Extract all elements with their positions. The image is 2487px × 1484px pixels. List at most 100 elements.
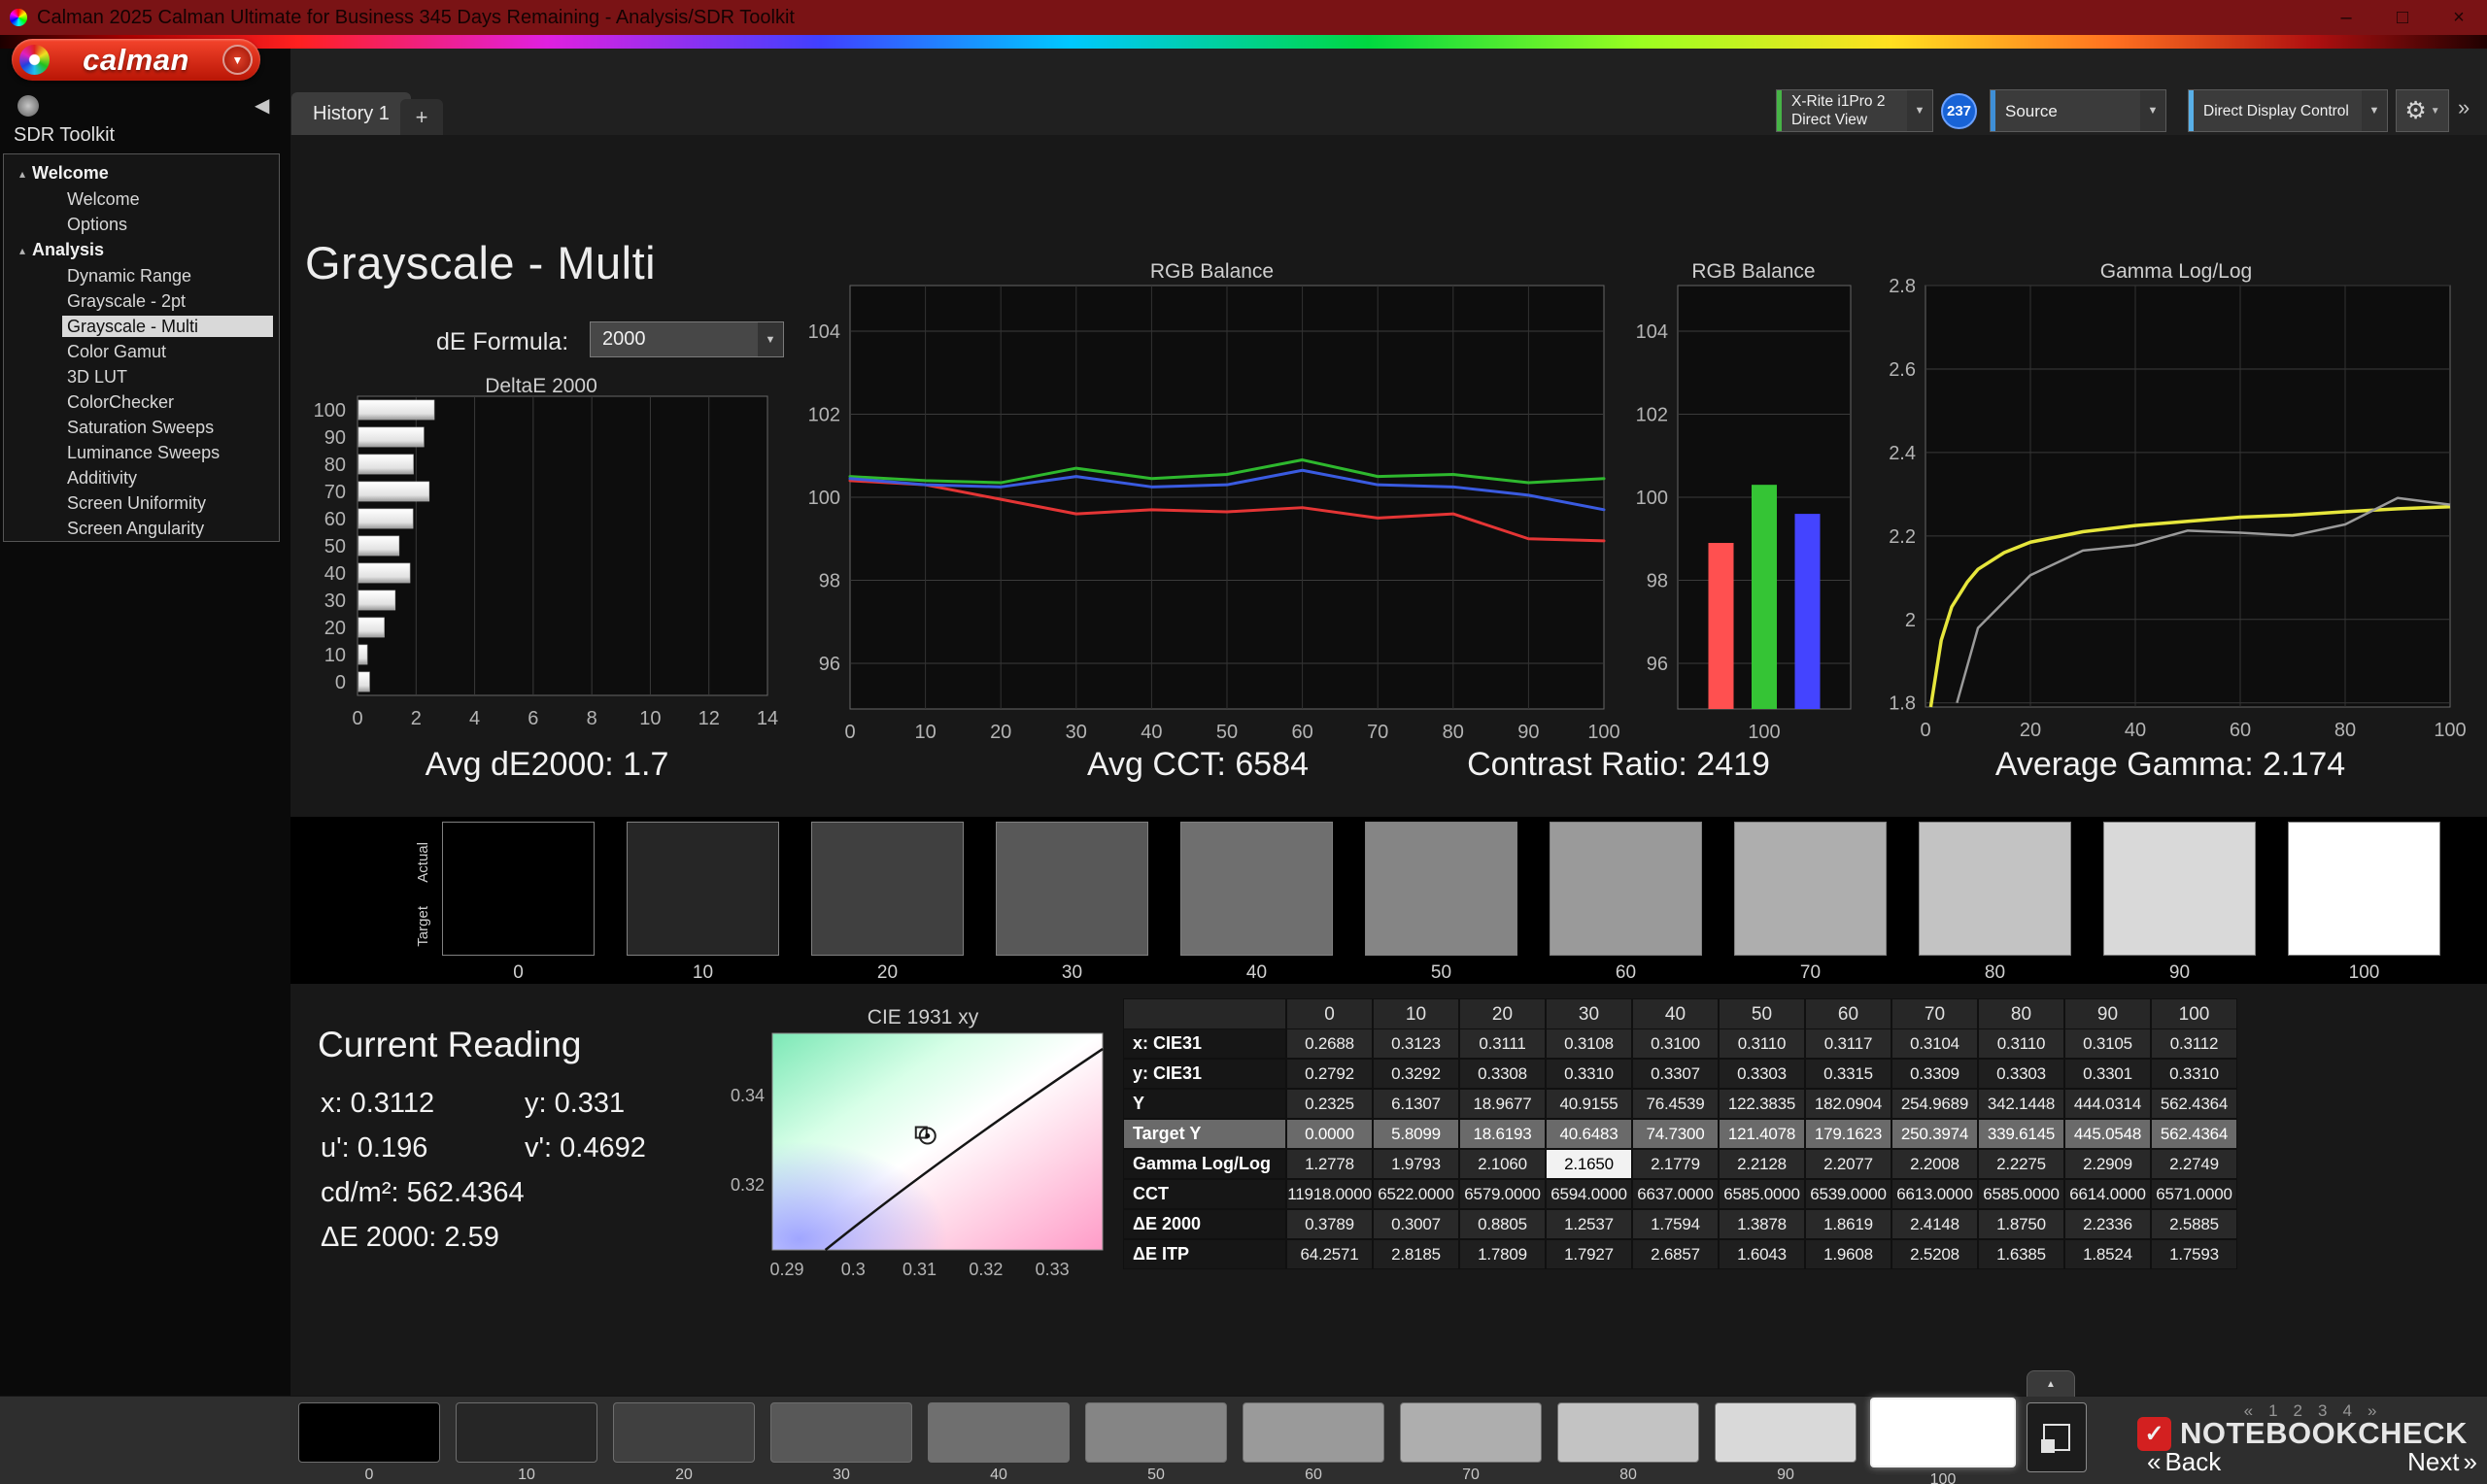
next-button[interactable]: Next » bbox=[2407, 1447, 2477, 1477]
svg-text:0.31: 0.31 bbox=[903, 1260, 937, 1279]
minimize-button[interactable]: – bbox=[2318, 0, 2374, 35]
svg-text:104: 104 bbox=[808, 321, 840, 343]
display-control-dropdown[interactable]: Direct Display Control ▼ bbox=[2188, 89, 2388, 132]
tree-section-label: Analysis bbox=[32, 240, 104, 260]
tree-item-label: Options bbox=[62, 214, 273, 235]
pattern-button-60[interactable]: 60 bbox=[1243, 1402, 1384, 1484]
pattern-button-100[interactable]: 100 bbox=[1872, 1402, 2014, 1484]
swatch-40: 40 bbox=[1180, 822, 1333, 984]
table-cell: 40.9155 bbox=[1546, 1089, 1632, 1119]
table-cell: 2.2077 bbox=[1805, 1149, 1891, 1179]
swatch-label: 100 bbox=[2349, 962, 2380, 984]
tree-item-3d-lut[interactable]: 3D LUT bbox=[4, 364, 279, 389]
table-cell: 5.8099 bbox=[1373, 1119, 1459, 1149]
pattern-button-40[interactable]: 40 bbox=[928, 1402, 1070, 1484]
table-cell: 6613.0000 bbox=[1891, 1179, 1978, 1209]
panel-expand-icon[interactable]: » bbox=[2458, 95, 2470, 120]
stat-avg-cct: Avg CCT: 6584 bbox=[1087, 746, 1309, 784]
swatch-box bbox=[1180, 822, 1333, 956]
watermark-text: NOTEBOOKCHECK bbox=[2180, 1416, 2468, 1451]
table-cell: 0.3303 bbox=[1978, 1059, 2064, 1089]
tree-item-options[interactable]: Options bbox=[4, 212, 279, 237]
tree-section-analysis[interactable]: ▴Analysis bbox=[4, 237, 279, 263]
pattern-button-label: 10 bbox=[518, 1467, 535, 1484]
pattern-button-label: 100 bbox=[1930, 1471, 1957, 1484]
tree-item-additivity[interactable]: Additivity bbox=[4, 465, 279, 490]
pattern-window-button[interactable] bbox=[2027, 1402, 2087, 1472]
source-dropdown[interactable]: Source ▼ bbox=[1990, 89, 2166, 132]
tree-item-welcome[interactable]: Welcome bbox=[4, 186, 279, 212]
table-cell: 179.1623 bbox=[1805, 1119, 1891, 1149]
back-button[interactable]: « Back bbox=[2147, 1447, 2221, 1477]
table-cell: 1.8524 bbox=[2064, 1239, 2151, 1269]
svg-text:100: 100 bbox=[808, 488, 840, 509]
svg-text:0.32: 0.32 bbox=[969, 1260, 1003, 1279]
tree-item-saturation-sweeps[interactable]: Saturation Sweeps bbox=[4, 415, 279, 440]
tree-item-screen-stability[interactable]: Screen Stability bbox=[4, 541, 279, 542]
pattern-button-80[interactable]: 80 bbox=[1557, 1402, 1699, 1484]
tab-history-1[interactable]: History 1 bbox=[291, 92, 411, 135]
svg-text:0: 0 bbox=[1920, 720, 1930, 740]
pattern-button-10[interactable]: 10 bbox=[456, 1402, 597, 1484]
tree-section-label: Welcome bbox=[32, 163, 109, 184]
rgb-balance-bar-chart: 9698100102104100 bbox=[1632, 274, 1875, 740]
swatch-100: 100 bbox=[2288, 822, 2440, 984]
svg-text:2: 2 bbox=[411, 708, 422, 728]
close-button[interactable]: × bbox=[2431, 0, 2487, 35]
table-cell: 1.6043 bbox=[1719, 1239, 1805, 1269]
swatch-box bbox=[1365, 822, 1517, 956]
calman-logo-icon bbox=[19, 45, 50, 75]
table-col-header-60: 60 bbox=[1805, 998, 1891, 1030]
table-cell: 1.3878 bbox=[1719, 1209, 1805, 1239]
table-col-header-10: 10 bbox=[1373, 998, 1459, 1030]
pattern-flyout-toggle[interactable]: ▲ bbox=[2027, 1370, 2075, 1397]
tree-item-dynamic-range[interactable]: Dynamic Range bbox=[4, 263, 279, 288]
tree-section-welcome[interactable]: ▴Welcome bbox=[4, 160, 279, 186]
tree-item-screen-uniformity[interactable]: Screen Uniformity bbox=[4, 490, 279, 516]
swatch-box bbox=[811, 822, 964, 956]
table-cell: 6594.0000 bbox=[1546, 1179, 1632, 1209]
tree-item-screen-angularity[interactable]: Screen Angularity bbox=[4, 516, 279, 541]
svg-text:80: 80 bbox=[324, 455, 346, 476]
pattern-button-label: 50 bbox=[1147, 1467, 1165, 1484]
de-formula-value: 2000 bbox=[602, 328, 758, 351]
maximize-button[interactable]: □ bbox=[2374, 0, 2431, 35]
svg-text:14: 14 bbox=[757, 708, 778, 728]
calman-menu-chevron-icon[interactable]: ▼ bbox=[222, 45, 253, 75]
table-cell: 1.7927 bbox=[1546, 1239, 1632, 1269]
pattern-button-90[interactable]: 90 bbox=[1715, 1402, 1857, 1484]
table-cell: 254.9689 bbox=[1891, 1089, 1978, 1119]
tree-item-grayscale-2pt[interactable]: Grayscale - 2pt bbox=[4, 288, 279, 314]
swatch-label: 60 bbox=[1616, 962, 1636, 984]
tree-item-grayscale-multi[interactable]: Grayscale - Multi bbox=[4, 314, 279, 339]
de-formula-select[interactable]: 2000 ▼ bbox=[590, 321, 784, 357]
table-cell: 0.3108 bbox=[1546, 1029, 1632, 1059]
settings-button[interactable]: ⚙ ▼ bbox=[2396, 89, 2449, 132]
tree-item-label: Luminance Sweeps bbox=[62, 442, 273, 463]
table-row-label-y-cie31: y: CIE31 bbox=[1123, 1059, 1286, 1089]
table-cell: 6539.0000 bbox=[1805, 1179, 1891, 1209]
table-cell: 0.2792 bbox=[1286, 1059, 1373, 1089]
pattern-swatch bbox=[613, 1402, 755, 1463]
tree-item-color-gamut[interactable]: Color Gamut bbox=[4, 339, 279, 364]
meter-dropdown[interactable]: X-Rite i1Pro 2 Direct View ▼ bbox=[1776, 89, 1933, 132]
svg-text:100: 100 bbox=[1748, 722, 1780, 740]
pattern-button-30[interactable]: 30 bbox=[770, 1402, 912, 1484]
reading-luminance: cd/m²: 562.4364 bbox=[321, 1177, 525, 1209]
pattern-button-70[interactable]: 70 bbox=[1400, 1402, 1542, 1484]
table-col-header-100: 100 bbox=[2151, 998, 2237, 1030]
swatch-70: 70 bbox=[1734, 822, 1887, 984]
tree-item-colorchecker[interactable]: ColorChecker bbox=[4, 389, 279, 415]
calman-menu-button[interactable]: calman ▼ bbox=[12, 39, 260, 81]
reading-de2000: ΔE 2000: 2.59 bbox=[321, 1222, 499, 1254]
add-tab-button[interactable]: + bbox=[400, 99, 443, 135]
table-cell: 76.4539 bbox=[1632, 1089, 1719, 1119]
sidebar-collapse-icon[interactable]: ◀ bbox=[255, 93, 269, 118]
pattern-button-label: 70 bbox=[1462, 1467, 1480, 1484]
pattern-button-50[interactable]: 50 bbox=[1085, 1402, 1227, 1484]
pattern-button-0[interactable]: 0 bbox=[298, 1402, 440, 1484]
actual-row-label: Actual bbox=[415, 842, 431, 883]
pattern-button-20[interactable]: 20 bbox=[613, 1402, 755, 1484]
tree-item-luminance-sweeps[interactable]: Luminance Sweeps bbox=[4, 440, 279, 465]
tree-item-label: Screen Uniformity bbox=[62, 492, 273, 514]
